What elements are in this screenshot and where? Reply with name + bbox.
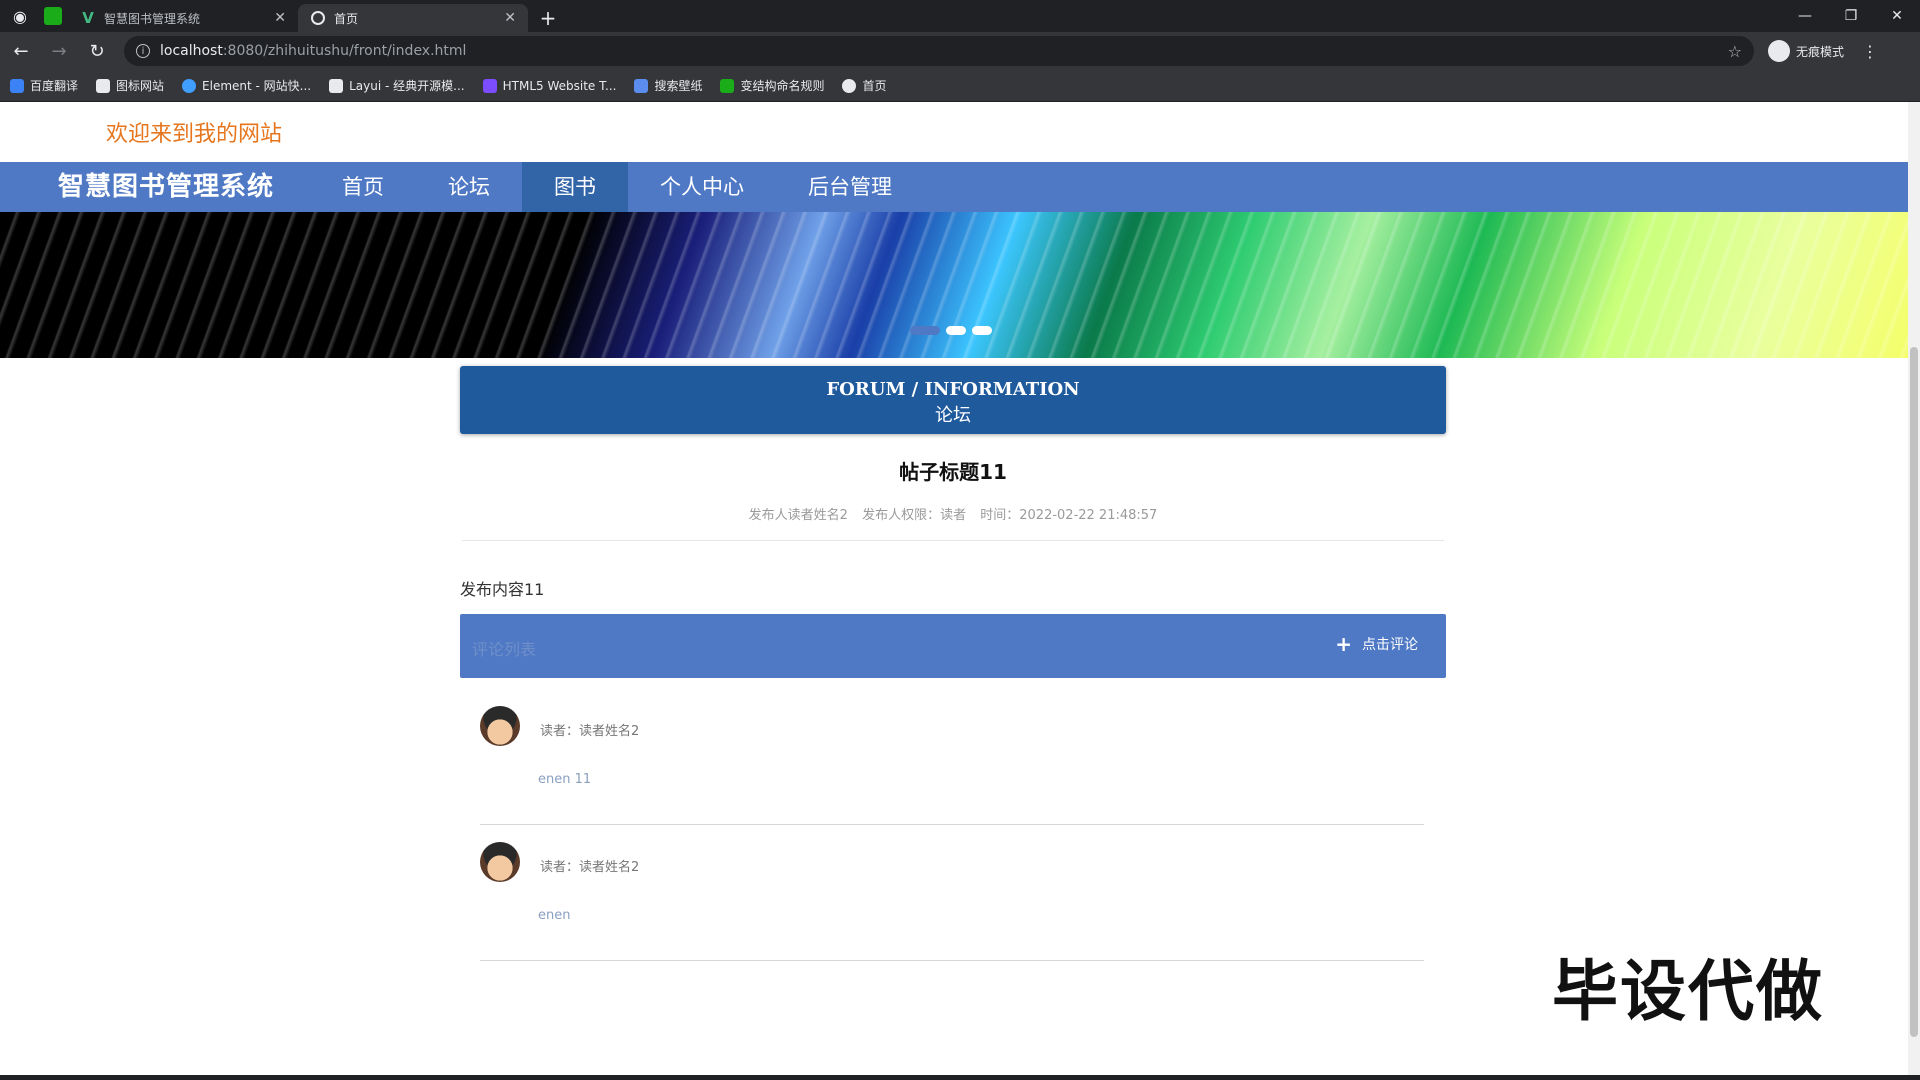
bookmark-label: 搜索壁纸 [654,79,703,93]
divider [480,960,1424,961]
info-icon[interactable]: i [136,44,150,58]
bookmark-star-icon[interactable]: ☆ [1728,42,1742,61]
post-content: 发布内容11 [460,580,545,599]
new-tab-icon[interactable]: + [534,4,562,32]
comment-bar: 评论列表 + 点击评论 [460,614,1446,678]
avatar [480,842,520,882]
forum-header-zh: 论坛 [935,405,971,426]
post-title: 帖子标题11 [899,460,1007,484]
banner-image [0,212,1908,358]
layui-icon [329,78,344,93]
address-bar[interactable]: i localhost :8080/zhihuitushu/front/inde… [124,36,1754,66]
menu-item-books[interactable]: 图书 [522,162,628,212]
divider [480,824,1424,825]
element-icon [182,78,197,93]
incognito-icon [1768,40,1790,62]
comment-list-label: 评论列表 [472,640,537,659]
url-host: localhost [160,43,223,59]
html5-icon [482,78,497,93]
post-role: 发布人权限：读者 [862,508,967,523]
plus-icon: + [1335,632,1352,656]
close-icon[interactable]: ✕ [504,10,516,26]
taskbar-edge [0,1075,1920,1080]
comment-author: 读者：读者姓名2 [540,724,640,739]
banner-carousel[interactable] [0,212,1908,358]
bookmark-label: 百度翻译 [30,79,79,93]
browser-menu-icon[interactable]: ⋮ [1862,42,1878,61]
page-viewport: 欢迎来到我的网站 智慧图书管理系统 首页 论坛 图书 个人中心 后台管理 FOR… [0,102,1908,1075]
comment-item: 读者：读者姓名2 enen 11 [480,706,1424,838]
watermark-text: 毕设代做 [1552,953,1824,1030]
browser-tab-strip: ◉ V 智慧图书管理系统 ✕ 首页 ✕ + — ❐ ✕ [0,0,1920,32]
bookmark-label: HTML5 Website T... [502,78,617,93]
browser-tab-1[interactable]: V 智慧图书管理系统 ✕ [68,4,298,32]
avatar [480,706,520,746]
scrollbar-thumb[interactable] [1910,347,1918,1037]
carousel-dot[interactable] [972,326,992,335]
bookmark-icon [10,78,24,93]
divider [462,540,1444,541]
bookmarks-bar: 百度翻译 图标网站 Element - 网站快... Layui - 经典开源模… [0,70,1920,102]
menu-item-home[interactable]: 首页 [310,162,416,212]
url-path: :8080/zhihuitushu/front/index.html [222,43,467,59]
site-menu: 首页 论坛 图书 个人中心 后台管理 [310,162,924,212]
bookmark-item[interactable]: 图标网站 [96,77,164,94]
forum-header-en: FORUM / INFORMATION [826,379,1080,400]
pinned-app-icon[interactable] [44,7,62,25]
menu-item-forum[interactable]: 论坛 [416,162,522,212]
carousel-dot[interactable] [946,326,966,335]
reload-icon[interactable]: ↻ [80,34,114,68]
add-comment-button[interactable]: + 点击评论 [1335,634,1418,654]
window-close-icon[interactable]: ✕ [1874,0,1920,32]
vue-icon: V [82,9,94,27]
bookmark-label: 变结构命名规则 [740,79,825,93]
restore-icon[interactable]: ❐ [1828,0,1874,32]
bookmark-label: Element - 网站快... [202,79,312,93]
naming-icon [720,78,735,93]
minimize-icon[interactable]: — [1782,0,1828,32]
menu-item-profile[interactable]: 个人中心 [628,162,776,212]
comment-author: 读者：读者姓名2 [540,860,640,875]
comment-text: enen 11 [538,772,592,787]
page-scrollbar[interactable] [1908,102,1920,1075]
post-meta: 发布人读者姓名2 发布人权限：读者 时间：2022-02-22 21:48:57 [460,504,1446,523]
tab-title: 首页 [334,11,359,26]
bookmark-item[interactable]: Layui - 经典开源模... [329,77,465,94]
incognito-indicator[interactable]: 无痕模式 [1768,40,1844,62]
window-controls: — ❐ ✕ [1782,0,1920,32]
browser-tab-2[interactable]: 首页 ✕ [298,4,528,32]
menu-item-admin[interactable]: 后台管理 [776,162,924,212]
carousel-indicators [910,326,992,335]
comment-text: enen [538,908,571,923]
bookmark-item[interactable]: HTML5 Website T... [482,78,617,93]
globe-icon [310,10,326,26]
post-author: 发布人读者姓名2 [748,508,848,523]
bookmark-label: 首页 [862,79,887,93]
site-navbar: 智慧图书管理系统 首页 论坛 图书 个人中心 后台管理 [0,162,1908,212]
bookmark-item[interactable]: 百度翻译 [10,77,78,94]
forward-icon[interactable]: → [42,34,76,68]
bookmark-item[interactable]: 首页 [842,77,887,94]
add-comment-label: 点击评论 [1362,637,1418,653]
bookmark-label: 图标网站 [116,79,165,93]
comment-item: 读者：读者姓名2 enen [480,842,1424,974]
wallpaper-icon [634,78,649,93]
globe-icon [842,78,857,93]
close-icon[interactable]: ✕ [274,10,286,26]
browser-app-icon[interactable]: ◉ [0,0,40,32]
welcome-text: 欢迎来到我的网站 [106,122,283,147]
bookmark-item[interactable]: 搜索壁纸 [634,77,702,94]
bookmark-item[interactable]: 变结构命名规则 [720,77,824,94]
tab-title: 智慧图书管理系统 [104,11,201,26]
carousel-dot[interactable] [910,326,940,335]
post-time: 时间：2022-02-22 21:48:57 [980,508,1158,523]
incognito-label: 无痕模式 [1796,44,1845,59]
bookmark-item[interactable]: Element - 网站快... [182,77,311,94]
browser-toolbar: ← → ↻ i localhost :8080/zhihuitushu/fron… [0,32,1920,70]
flag-icon [96,78,111,93]
site-brand[interactable]: 智慧图书管理系统 [58,162,274,212]
bookmark-label: Layui - 经典开源模... [349,79,465,93]
back-icon[interactable]: ← [4,34,38,68]
forum-header: FORUM / INFORMATION 论坛 [460,366,1446,434]
